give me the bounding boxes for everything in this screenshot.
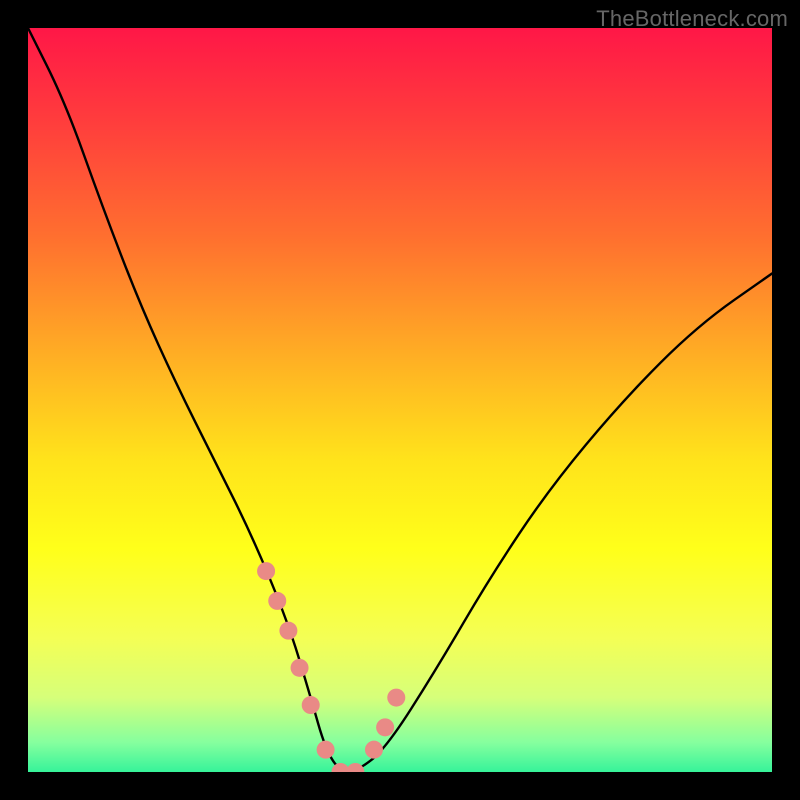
outer-frame: TheBottleneck.com	[0, 0, 800, 800]
plot-svg	[28, 28, 772, 772]
bottleneck-plot	[28, 28, 772, 772]
highlight-marker	[279, 622, 297, 640]
highlight-marker	[257, 562, 275, 580]
highlight-marker	[317, 741, 335, 759]
watermark-text: TheBottleneck.com	[596, 6, 788, 32]
highlight-marker	[387, 689, 405, 707]
highlight-marker	[302, 696, 320, 714]
highlight-marker	[268, 592, 286, 610]
highlight-marker	[291, 659, 309, 677]
gradient-background	[28, 28, 772, 772]
highlight-marker	[376, 718, 394, 736]
highlight-marker	[365, 741, 383, 759]
